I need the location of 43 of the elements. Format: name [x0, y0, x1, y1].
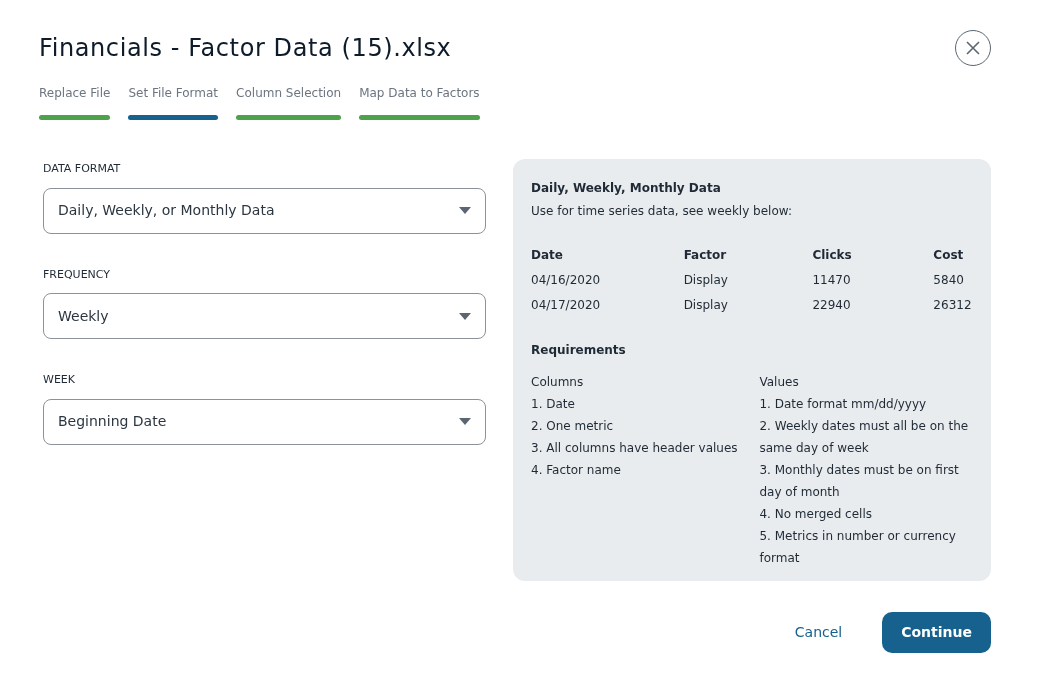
field-label: DATA FORMAT	[43, 161, 122, 177]
field-label: FREQUENCY	[43, 266, 111, 283]
list-heading: Values	[759, 374, 800, 391]
dialog-title: Financials - Factor Data (15).xlsx	[39, 33, 452, 64]
step-tab[interactable]: Replace File	[39, 84, 111, 120]
continue-button[interactable]: Continue	[882, 612, 991, 653]
close-icon	[965, 40, 981, 56]
list-item: 1. Date format mm/dd/yyyy	[759, 396, 928, 413]
info-title: Daily, Weekly, Monthly Data	[531, 180, 722, 197]
info-subtitle: Use for time series data, see weekly below:	[531, 203, 793, 220]
table-cell-text: 11470	[812, 272, 852, 289]
step-tab[interactable]: Set File Format	[128, 84, 219, 120]
list-item: 3. All columns have header values	[531, 440, 739, 457]
table-cell-text: 04/17/2020	[531, 297, 602, 314]
column-header: Cost	[933, 247, 965, 264]
table-cell-text: 26312	[933, 297, 973, 314]
caret-icon	[459, 418, 471, 425]
list-item: 5. Metrics in number or currency format	[759, 528, 957, 567]
step-tab[interactable]: Map Data to Factors	[359, 84, 480, 120]
list-heading: Columns	[531, 374, 585, 391]
table-cell-text: Display	[683, 297, 729, 314]
caret-icon	[459, 207, 471, 214]
list-item: 3. Monthly dates must be on first day of month	[759, 462, 960, 501]
list-item: 4. Factor name	[531, 462, 622, 479]
list-item: 4. No merged cells	[759, 506, 873, 523]
column-header: Clicks	[812, 247, 853, 264]
dropdown-field[interactable]: Weekly	[43, 293, 486, 339]
list-item: 1. Date	[531, 396, 576, 413]
column-header: Factor	[683, 247, 728, 264]
table-cell-text: 22940	[812, 297, 852, 314]
dropdown-field[interactable]: Daily, Weekly, or Monthly Data	[43, 187, 486, 234]
step-tab[interactable]: Column Selection	[236, 84, 342, 120]
column-header: Date	[531, 247, 564, 264]
caret-icon	[459, 312, 471, 320]
table-cell-text: 04/16/2020	[531, 272, 602, 289]
table-cell-text: 5840	[933, 272, 965, 289]
field-label: WEEK	[43, 372, 76, 388]
requirements-title: Requirements	[531, 342, 627, 359]
dropdown-field[interactable]: Beginning Date	[43, 398, 486, 445]
cancel-button[interactable]: Cancel	[784, 622, 853, 643]
list-item: 2. Weekly dates must all be on the same day of week	[759, 418, 970, 457]
table-cell-text: Display	[683, 272, 729, 289]
list-item: 2. One metric	[531, 418, 615, 435]
